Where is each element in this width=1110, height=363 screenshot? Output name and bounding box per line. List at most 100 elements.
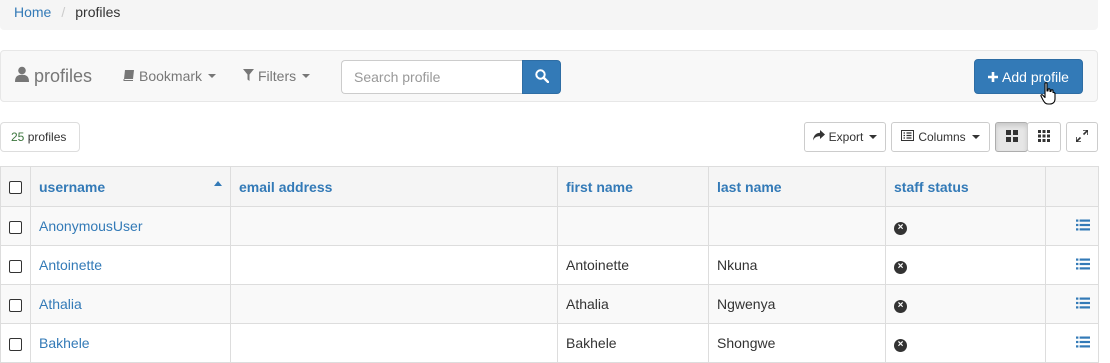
hand-cursor-icon	[1040, 82, 1056, 109]
search-button[interactable]	[522, 60, 561, 94]
column-header-username[interactable]: username	[30, 166, 231, 207]
remove-sign-icon: ×	[894, 221, 907, 235]
username-cell: Bakhele	[30, 323, 231, 363]
column-header-label: email address	[239, 178, 333, 195]
staff-status-cell: ×	[885, 284, 1046, 324]
plus-icon	[988, 69, 999, 85]
row-checkbox[interactable]	[9, 259, 22, 273]
username-link[interactable]: Bakhele	[39, 335, 90, 351]
column-header-first-name[interactable]: first name	[557, 166, 709, 207]
result-count: 25 profiles	[0, 122, 80, 152]
username-link[interactable]: Athalia	[39, 296, 82, 312]
bookmark-label: Bookmark	[139, 68, 203, 84]
column-header-actions	[1045, 166, 1099, 207]
column-header-last-name[interactable]: last name	[708, 166, 886, 207]
columns-label: Columns	[918, 130, 966, 144]
column-header-email[interactable]: email address	[230, 166, 558, 207]
filters-label: Filters	[258, 68, 297, 84]
columns-dropdown[interactable]: Columns	[891, 122, 990, 152]
username-cell: AnonymousUser	[30, 206, 231, 246]
username-cell: Athalia	[30, 284, 231, 324]
table-row: Bakhele Bakhele Shongwe ×	[0, 323, 1099, 363]
last-name-cell	[708, 206, 886, 246]
table-row: AnonymousUser ×	[0, 206, 1099, 246]
export-dropdown[interactable]: Export	[804, 122, 886, 152]
row-select-cell	[0, 245, 31, 285]
remove-sign-icon: ×	[894, 338, 907, 352]
chevron-down-icon	[971, 135, 980, 139]
column-header-label: first name	[566, 178, 633, 195]
email-cell	[230, 206, 558, 246]
row-checkbox[interactable]	[9, 298, 22, 312]
result-count-number: 25	[11, 130, 25, 144]
breadcrumb: Home / profiles	[0, 0, 1098, 30]
row-checkbox[interactable]	[9, 337, 22, 351]
first-name-cell: Antoinette	[557, 245, 709, 285]
row-actions-cell	[1045, 284, 1099, 324]
row-actions-cell	[1045, 323, 1099, 363]
page-title-text: profiles	[34, 66, 93, 86]
add-profile-label: Add profile	[1002, 68, 1069, 85]
share-icon	[812, 130, 825, 144]
list-alt-icon	[901, 130, 915, 144]
column-header-label: staff status	[894, 178, 969, 195]
username-link[interactable]: Antoinette	[39, 257, 102, 273]
profiles-table: username email address first name last n…	[0, 166, 1099, 363]
remove-sign-icon: ×	[894, 260, 907, 274]
list-icon[interactable]	[1076, 296, 1090, 312]
table-row: Antoinette Antoinette Nkuna ×	[0, 245, 1099, 285]
last-name-cell: Nkuna	[708, 245, 886, 285]
staff-status-cell: ×	[885, 245, 1046, 285]
fullscreen-button[interactable]	[1066, 122, 1098, 152]
grid-view-small-button[interactable]	[1027, 122, 1061, 152]
row-actions-cell	[1045, 206, 1099, 246]
table-row: Athalia Athalia Ngwenya ×	[0, 284, 1099, 324]
row-actions-cell	[1045, 245, 1099, 285]
staff-status-cell: ×	[885, 206, 1046, 246]
table-header-row: username email address first name last n…	[0, 166, 1099, 207]
username-cell: Antoinette	[30, 245, 231, 285]
add-profile-button[interactable]: Add profile	[974, 59, 1083, 94]
fullscreen-icon	[1075, 128, 1089, 145]
row-checkbox[interactable]	[9, 220, 22, 234]
search-input[interactable]	[341, 60, 523, 94]
export-label: Export	[828, 130, 864, 144]
column-header-label: username	[39, 178, 106, 195]
bookmark-dropdown[interactable]: Bookmark	[123, 68, 217, 84]
list-icon[interactable]	[1076, 335, 1090, 351]
chevron-down-icon	[302, 74, 311, 78]
result-count-label: profiles	[27, 130, 67, 144]
book-icon	[123, 68, 135, 84]
chevron-down-icon	[208, 74, 217, 78]
email-cell	[230, 284, 558, 324]
last-name-cell: Ngwenya	[708, 284, 886, 324]
chevron-down-icon	[869, 135, 878, 139]
staff-status-cell: ×	[885, 323, 1046, 363]
column-header-staff-status[interactable]: staff status	[885, 166, 1046, 207]
user-icon	[15, 66, 29, 87]
list-icon[interactable]	[1076, 218, 1090, 234]
row-select-cell	[0, 284, 31, 324]
select-all-checkbox[interactable]	[9, 181, 22, 195]
sort-ascending-icon	[214, 181, 222, 186]
breadcrumb-home-link[interactable]: Home	[14, 4, 51, 20]
select-all-cell	[0, 166, 31, 207]
row-select-cell	[0, 323, 31, 363]
first-name-cell: Athalia	[557, 284, 709, 324]
filters-dropdown[interactable]: Filters	[243, 68, 311, 84]
grid-view-large-button[interactable]	[995, 122, 1028, 152]
breadcrumb-current: profiles	[75, 4, 121, 20]
th-icon	[1038, 129, 1050, 145]
first-name-cell: Bakhele	[557, 323, 709, 363]
column-header-label: last name	[717, 178, 782, 195]
row-select-cell	[0, 206, 31, 246]
username-link[interactable]: AnonymousUser	[39, 218, 143, 234]
first-name-cell	[557, 206, 709, 246]
remove-sign-icon: ×	[894, 299, 907, 313]
last-name-cell: Shongwe	[708, 323, 886, 363]
th-large-icon	[1005, 129, 1018, 145]
page-title: profiles	[15, 66, 92, 87]
breadcrumb-separator: /	[61, 4, 66, 20]
search-icon	[534, 68, 549, 86]
list-icon[interactable]	[1076, 257, 1090, 273]
